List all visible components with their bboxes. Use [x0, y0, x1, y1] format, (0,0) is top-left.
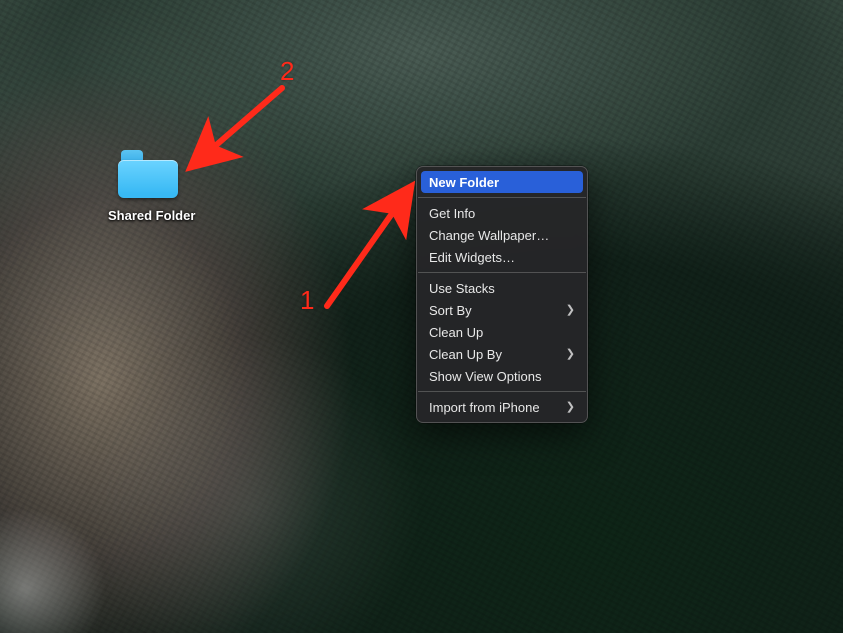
chevron-right-icon: ❯ — [566, 303, 575, 318]
menu-item-new-folder[interactable]: New Folder — [421, 171, 583, 193]
menu-item-label: Sort By — [429, 303, 472, 318]
menu-item-label: Clean Up By — [429, 347, 502, 362]
chevron-right-icon: ❯ — [566, 347, 575, 362]
menu-item-label: Change Wallpaper… — [429, 228, 549, 243]
menu-item-change-wallpaper[interactable]: Change Wallpaper… — [417, 224, 587, 246]
menu-item-import-from-iphone[interactable]: Import from iPhone ❯ — [417, 396, 587, 418]
menu-item-clean-up-by[interactable]: Clean Up By ❯ — [417, 343, 587, 365]
menu-item-clean-up[interactable]: Clean Up — [417, 321, 587, 343]
menu-item-show-view-options[interactable]: Show View Options — [417, 365, 587, 387]
menu-item-edit-widgets[interactable]: Edit Widgets… — [417, 246, 587, 268]
menu-item-label: Use Stacks — [429, 281, 495, 296]
menu-item-label: Get Info — [429, 206, 475, 221]
desktop-folder-shared[interactable]: Shared Folder — [108, 150, 188, 223]
menu-separator — [418, 197, 586, 198]
menu-item-sort-by[interactable]: Sort By ❯ — [417, 299, 587, 321]
menu-item-label: Clean Up — [429, 325, 483, 340]
menu-item-label: Show View Options — [429, 369, 542, 384]
menu-separator — [418, 272, 586, 273]
menu-item-get-info[interactable]: Get Info — [417, 202, 587, 224]
menu-item-label: Edit Widgets… — [429, 250, 515, 265]
desktop-context-menu: New Folder Get Info Change Wallpaper… Ed… — [416, 166, 588, 423]
folder-icon — [118, 150, 178, 198]
menu-item-use-stacks[interactable]: Use Stacks — [417, 277, 587, 299]
desktop-folder-label: Shared Folder — [108, 208, 188, 223]
menu-separator — [418, 391, 586, 392]
menu-item-label: New Folder — [429, 175, 499, 190]
chevron-right-icon: ❯ — [566, 400, 575, 415]
menu-item-label: Import from iPhone — [429, 400, 540, 415]
